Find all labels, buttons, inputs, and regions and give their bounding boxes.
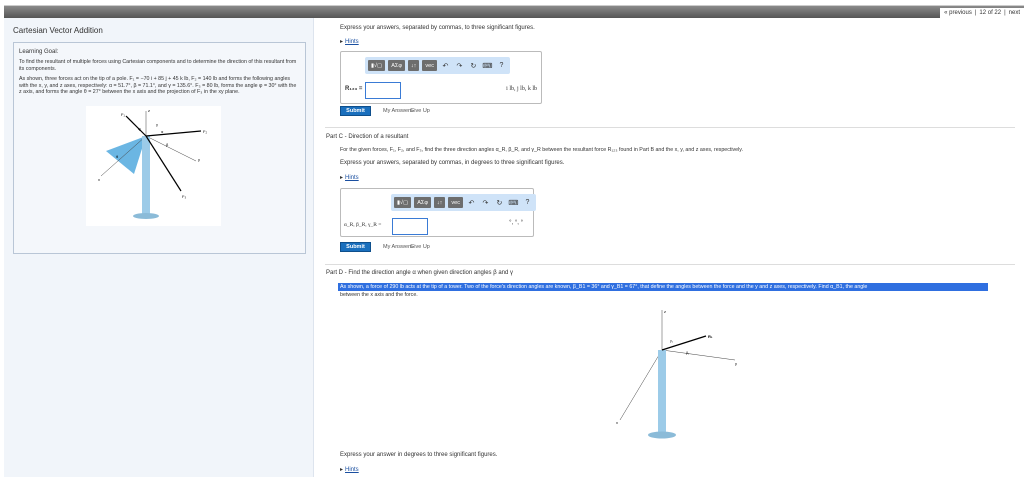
undo-icon[interactable]: ↶ xyxy=(440,62,451,70)
gamma-label: γ₁ xyxy=(670,339,674,343)
partd-hints-link[interactable]: Hints xyxy=(340,466,359,473)
vec-button[interactable]: vec xyxy=(422,60,437,71)
partc-my-answers-link[interactable]: My Answers xyxy=(383,244,413,250)
partb-hints-link[interactable]: Hints xyxy=(340,38,359,45)
partd-title: Part D - Find the direction angle α when… xyxy=(326,270,514,276)
help-icon[interactable]: ? xyxy=(496,62,507,69)
tower-diagram: z y x R₁ γ₁ β₁ xyxy=(616,309,737,439)
partc-title: Part C - Direction of a resultant xyxy=(326,134,409,140)
page-position: 12 of 22 xyxy=(979,10,1002,16)
previous-link[interactable]: « previous xyxy=(944,10,972,19)
partb-answer-input[interactable] xyxy=(365,82,401,99)
problem-panel: Cartesian Vector Addition Learning Goal:… xyxy=(4,18,314,477)
problem-text: As shown, three forces act on the tip of… xyxy=(19,76,297,96)
symbols-button[interactable]: ΑΣφ xyxy=(388,60,405,71)
partc-submit-button[interactable]: Submit xyxy=(340,242,371,252)
tower xyxy=(658,350,666,435)
partb-label: R₁₂₃ = xyxy=(345,86,363,92)
help-icon[interactable]: ? xyxy=(522,199,533,206)
reset-icon[interactable]: ↻ xyxy=(468,62,479,70)
x-label: x xyxy=(616,420,618,425)
partb-submit-button[interactable]: Submit xyxy=(340,106,371,116)
partc-math-toolbar: ▮√▢ ΑΣφ ↓↑ vec ↶ ↷ ↻ ⌨ ? xyxy=(391,194,536,211)
f1-label: F₁ xyxy=(121,112,125,117)
partb-units: i lb, j lb, k lb xyxy=(506,86,537,92)
partb-answer-box: ▮√▢ ΑΣφ ↓↑ vec ↶ ↷ ↻ ⌨ ? R₁₂₃ = i lb, j … xyxy=(340,51,542,104)
divider xyxy=(325,264,1015,265)
reset-icon[interactable]: ↻ xyxy=(494,199,505,207)
pole xyxy=(142,136,150,216)
partc-answer-input[interactable] xyxy=(392,218,428,235)
next-link[interactable]: next xyxy=(1009,10,1020,19)
partb-give-up-link[interactable]: Give Up xyxy=(410,108,430,114)
partc-instruction: Express your answers, separated by comma… xyxy=(340,160,565,166)
forces-diagram: z y x F₁ F₂ F₃ θ φ α β γ xyxy=(86,106,221,226)
problem-title: Cartesian Vector Addition xyxy=(13,26,103,35)
keyboard-icon[interactable]: ⌨ xyxy=(482,62,493,70)
partb-math-toolbar: ▮√▢ ΑΣφ ↓↑ vec ↶ ↷ ↻ ⌨ ? xyxy=(365,57,510,74)
partc-give-up-link[interactable]: Give Up xyxy=(410,244,430,250)
beta-label: β xyxy=(166,142,169,147)
partc-answer-box: ▮√▢ ΑΣφ ↓↑ vec ↶ ↷ ↻ ⌨ ? α_R, β_R, γ_R =… xyxy=(340,188,536,237)
x-label: x xyxy=(98,177,100,182)
phi-label: φ xyxy=(138,126,141,131)
partc-text: For the given forces, F₁, F₂, and F₃, fi… xyxy=(340,147,744,153)
partc-units: °, °, ° xyxy=(509,220,523,226)
y-label: y xyxy=(198,157,200,162)
subscript-button[interactable]: ↓↑ xyxy=(433,197,446,208)
y-label: y xyxy=(735,361,737,366)
symbols-button[interactable]: ΑΣφ xyxy=(414,197,431,208)
undo-icon[interactable]: ↶ xyxy=(466,199,477,207)
z-label: z xyxy=(664,309,666,314)
subscript-button[interactable]: ↓↑ xyxy=(407,60,420,71)
alpha-label: α xyxy=(161,129,164,134)
r-label: R₁ xyxy=(708,334,713,339)
goal-heading: Learning Goal: xyxy=(19,49,59,55)
redo-icon[interactable]: ↷ xyxy=(454,62,465,70)
plane-shade xyxy=(106,136,146,174)
goal-text: To find the resultant of multiple forces… xyxy=(19,59,297,72)
keyboard-icon[interactable]: ⌨ xyxy=(508,199,519,207)
partc-hints-link[interactable]: Hints xyxy=(340,174,359,181)
redo-icon[interactable]: ↷ xyxy=(480,199,491,207)
partb-instruction: Express your answers, separated by comma… xyxy=(340,25,535,31)
partc-label: α_R, β_R, γ_R = xyxy=(344,222,382,228)
partb-my-answers-link[interactable]: My Answers xyxy=(383,108,413,114)
top-bar: « previous | 12 of 22 | next xyxy=(4,5,1024,21)
template-button[interactable]: ▮√▢ xyxy=(368,60,386,71)
template-button[interactable]: ▮√▢ xyxy=(394,197,412,208)
pagination: « previous | 12 of 22 | next xyxy=(940,8,1024,21)
divider xyxy=(325,127,1015,128)
partd-instruction: Express your answer in degrees to three … xyxy=(340,452,498,458)
force-arrow xyxy=(661,335,707,351)
vec-button[interactable]: vec xyxy=(448,197,463,208)
gamma-label: γ xyxy=(156,122,158,127)
z-label: z xyxy=(148,108,150,113)
f3-label: F₃ xyxy=(182,194,186,199)
partd-text-selected: As shown, a force of 290 lb acts at the … xyxy=(338,283,988,291)
f2-label: F₂ xyxy=(203,129,207,134)
partd-text-2: between the x axis and the force. xyxy=(340,292,418,298)
beta-label: β₁ xyxy=(686,351,690,355)
